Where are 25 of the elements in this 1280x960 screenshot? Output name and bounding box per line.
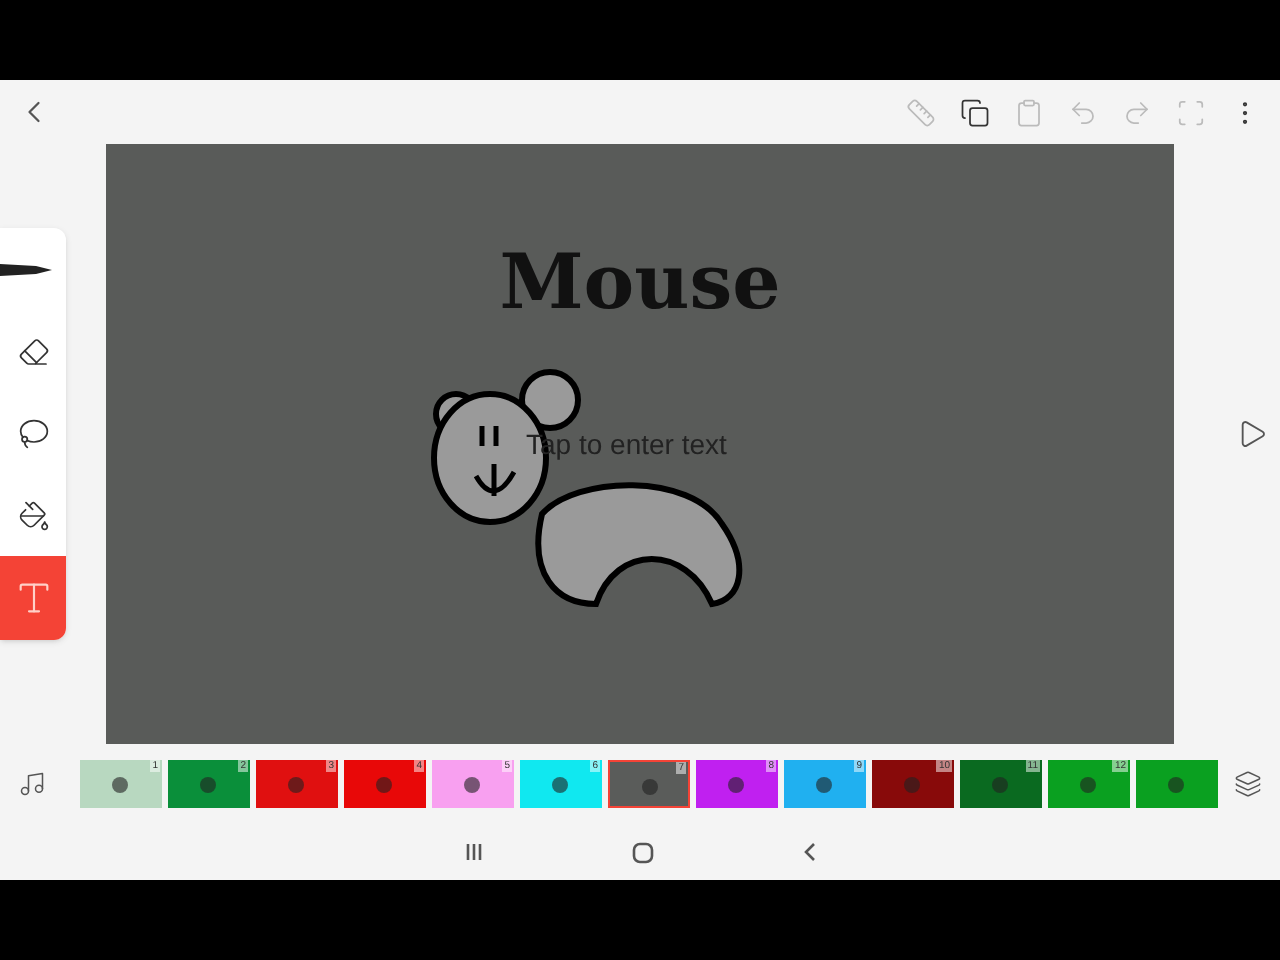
canvas-title: Mouse xyxy=(497,244,783,320)
pen-icon xyxy=(0,261,56,277)
thumbnail-drawing-icon xyxy=(814,776,834,794)
thumbnail-drawing-icon xyxy=(550,776,570,794)
thumbnail-drawing-icon xyxy=(1078,776,1098,794)
eraser-icon xyxy=(17,335,49,367)
thumbnail-drawing-icon xyxy=(110,776,130,794)
thumbnail-drawing-icon xyxy=(462,776,482,794)
back-nav-icon[interactable] xyxy=(801,842,817,862)
lasso-icon xyxy=(17,417,49,449)
thumbnail-drawing-icon xyxy=(374,776,394,794)
music-icon[interactable] xyxy=(18,770,46,798)
thumbnail-drawing-icon xyxy=(1166,776,1186,794)
fill-icon xyxy=(17,499,49,531)
play-button[interactable] xyxy=(1236,418,1268,450)
thumbnail-drawing-icon xyxy=(286,776,306,794)
thumbnail-drawing-icon xyxy=(902,776,922,794)
thumbnail-drawing-icon xyxy=(198,776,218,794)
home-icon[interactable] xyxy=(631,841,653,863)
thumbnail-drawing-icon xyxy=(990,776,1010,794)
thumbnail-drawing-icon xyxy=(726,776,746,794)
recent-apps-icon[interactable] xyxy=(463,842,483,862)
layers-icon[interactable] xyxy=(1234,770,1262,798)
thumbnail-drawing-icon xyxy=(640,778,660,796)
frame-thumbnail[interactable] xyxy=(1136,760,1218,808)
